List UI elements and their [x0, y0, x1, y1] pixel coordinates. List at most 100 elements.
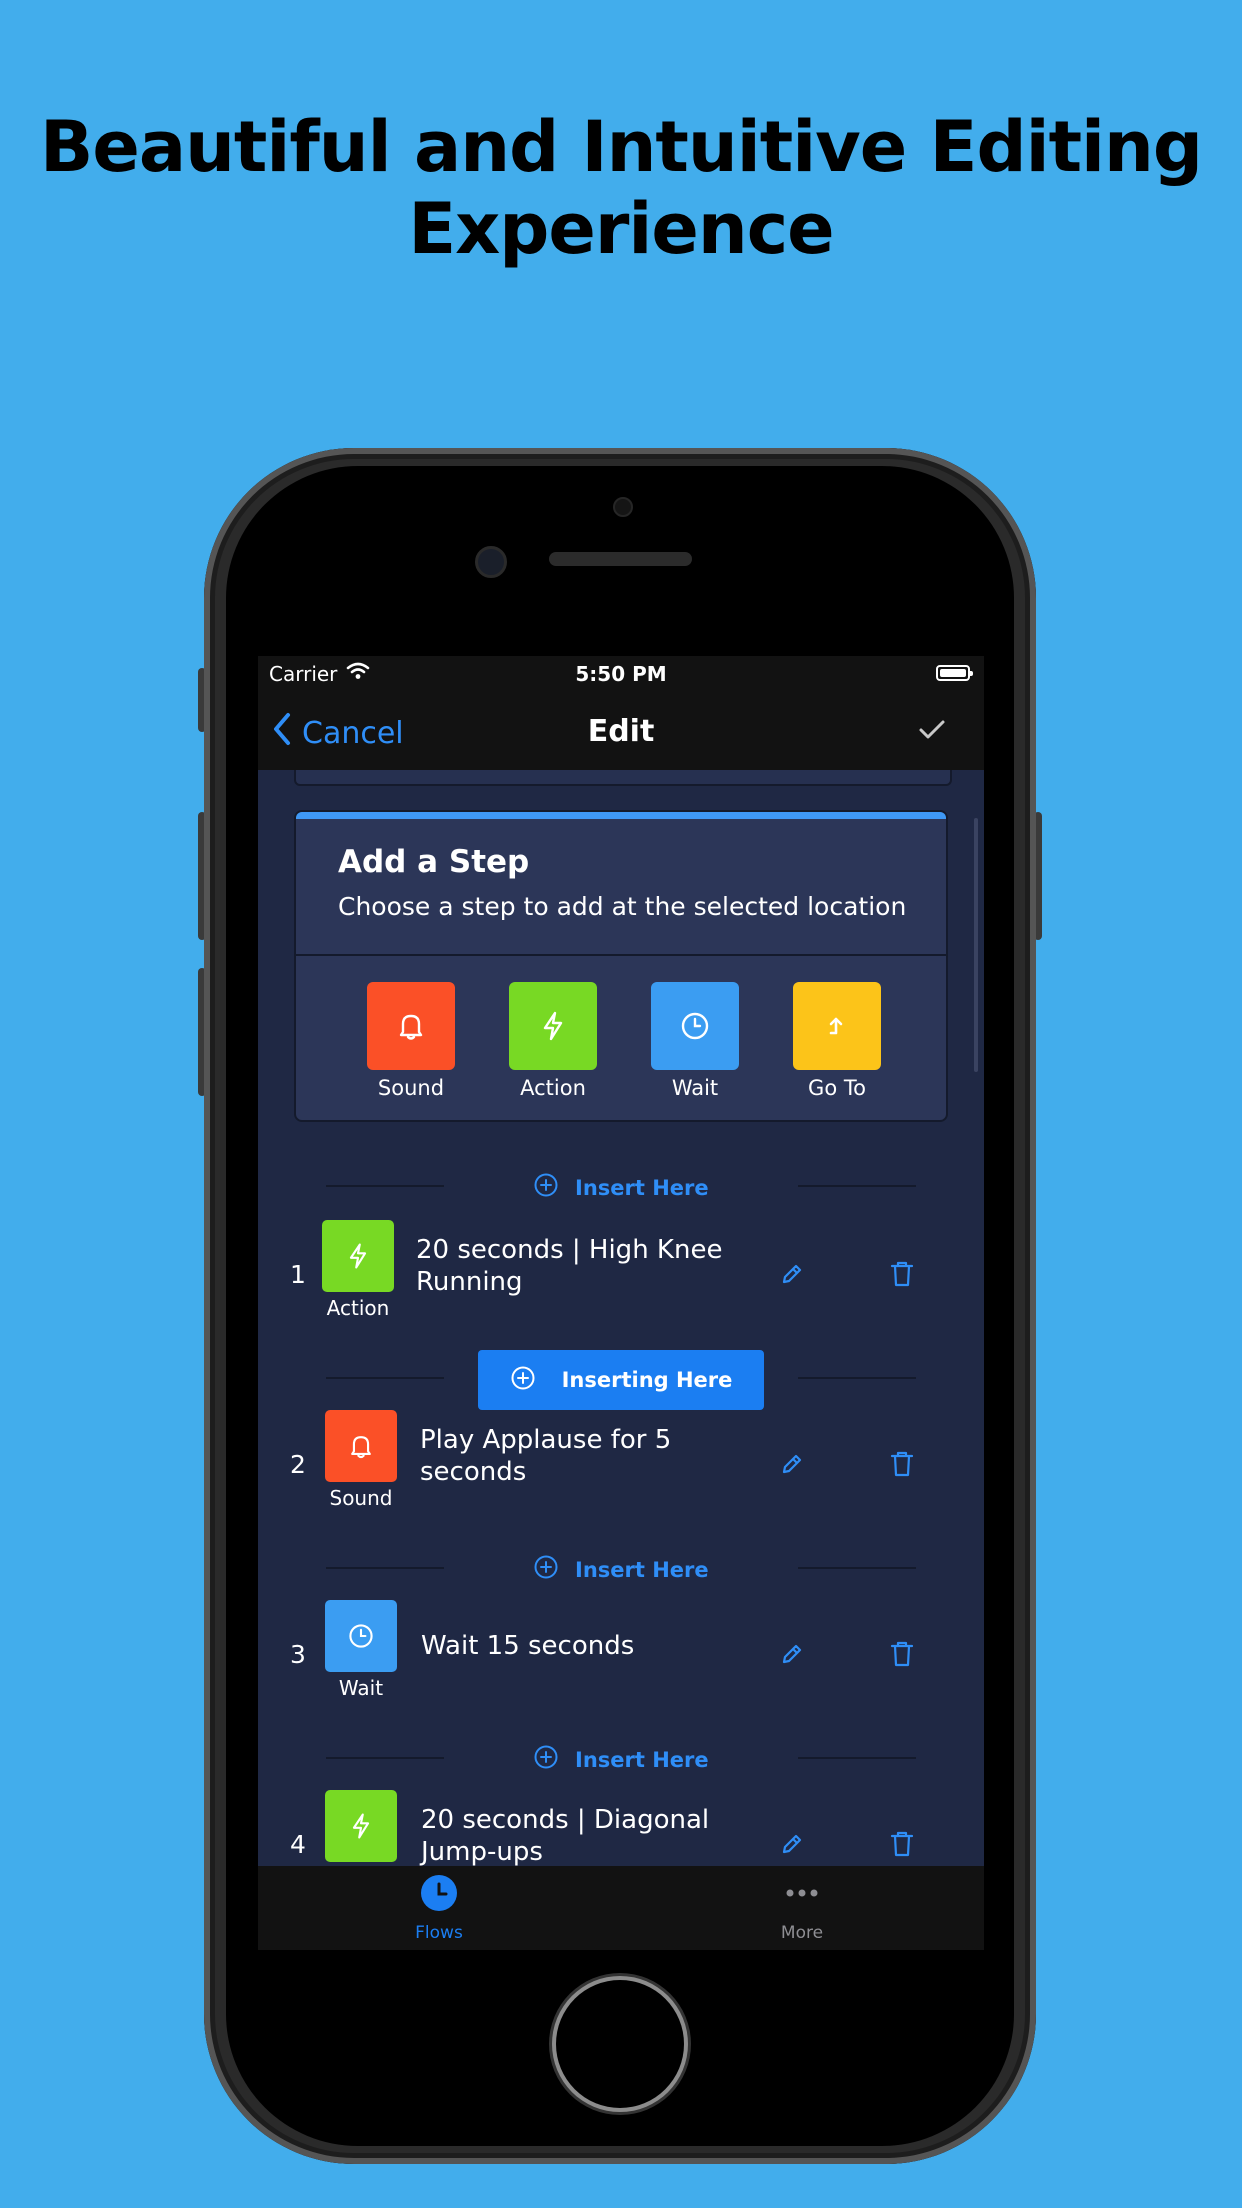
home-button[interactable] [556, 1980, 684, 2108]
step-type-label: Action [326, 1296, 390, 1320]
delete-button[interactable] [878, 1252, 926, 1300]
goto-arrow-icon [793, 982, 881, 1070]
inserting-row: Inserting Here [258, 1350, 984, 1410]
step-number: 1 [290, 1260, 306, 1289]
option-action[interactable]: Action [508, 982, 598, 1100]
front-camera [475, 546, 507, 578]
status-bar: Carrier 5:50 PM [258, 656, 984, 692]
navigation-bar: Cancel Edit [258, 692, 984, 770]
trash-icon [888, 1259, 916, 1293]
tab-bar: Flows More [258, 1866, 984, 1950]
insert-here-button[interactable]: Insert Here [533, 1172, 709, 1203]
plus-circle-icon [533, 1554, 559, 1585]
tab-label: More [780, 1923, 824, 1943]
option-label: Go To [808, 1076, 866, 1100]
headline-line-2: Experience [408, 188, 834, 270]
divider [326, 1377, 444, 1379]
clock-icon [420, 1875, 458, 1917]
previous-card-edge [294, 770, 952, 786]
scrollbar[interactable] [974, 818, 978, 1072]
trash-icon [888, 1829, 916, 1863]
insert-here-button[interactable]: Insert Here [533, 1744, 709, 1775]
status-time: 5:50 PM [575, 662, 667, 686]
edit-content[interactable]: Add a Step Choose a step to add at the s… [258, 770, 984, 1866]
cancel-label: Cancel [302, 715, 404, 751]
step-type-badge: Action [316, 1790, 406, 1866]
step-description: Wait 15 seconds [421, 1631, 635, 1661]
plus-circle-icon [533, 1172, 559, 1203]
delete-button[interactable] [878, 1822, 926, 1866]
option-label: Action [520, 1076, 586, 1100]
pencil-icon [778, 1640, 806, 1672]
option-label: Sound [377, 1076, 445, 1100]
divider [326, 1567, 444, 1569]
edit-button[interactable] [768, 1442, 816, 1490]
insert-here-label: Insert Here [575, 1557, 709, 1582]
card-accent-line [296, 812, 946, 819]
add-step-title: Add a Step [338, 844, 530, 880]
insert-here-label: Insert Here [575, 1747, 709, 1772]
bolt-icon [509, 982, 597, 1070]
add-step-card: Add a Step Choose a step to add at the s… [294, 810, 948, 1122]
insert-row: Insert Here [258, 1548, 984, 1588]
step-row[interactable]: 1 Action 20 seconds | High Knee Running [258, 1220, 984, 1340]
battery-icon [936, 665, 973, 681]
edit-button[interactable] [768, 1252, 816, 1300]
app-screen: Carrier 5:50 PM Cancel Edit Add a Step C… [258, 656, 984, 1950]
step-number: 3 [290, 1640, 306, 1669]
insert-row: Insert Here [258, 1166, 984, 1206]
divider [798, 1185, 916, 1187]
bolt-icon [325, 1790, 397, 1862]
step-type-label: Sound [329, 1486, 393, 1510]
trash-icon [888, 1449, 916, 1483]
clock-icon [651, 982, 739, 1070]
delete-button[interactable] [878, 1442, 926, 1490]
step-description: Play Applause for 5 seconds [420, 1425, 672, 1487]
divider [296, 954, 946, 956]
headline-line-1: Beautiful and Intuitive Editing [40, 106, 1203, 188]
step-type-badge: Sound [316, 1410, 406, 1510]
step-row[interactable]: 3 Wait Wait 15 seconds [258, 1600, 984, 1720]
step-number: 4 [290, 1830, 306, 1859]
step-type-badge: Action [313, 1220, 403, 1320]
step-type-badge: Wait [316, 1600, 406, 1700]
bell-icon [367, 982, 455, 1070]
tab-flows[interactable]: Flows [359, 1874, 519, 1943]
tab-label: Flows [415, 1923, 463, 1943]
divider [326, 1757, 444, 1759]
option-wait[interactable]: Wait [650, 982, 740, 1100]
add-step-subtitle: Choose a step to add at the selected loc… [338, 892, 907, 921]
headline: Beautiful and Intuitive Editing Experien… [0, 106, 1242, 270]
earpiece-speaker [549, 552, 692, 566]
divider [326, 1185, 444, 1187]
edit-button[interactable] [768, 1822, 816, 1866]
step-type-label: Wait [338, 1676, 384, 1700]
chevron-left-icon [272, 712, 292, 754]
done-button[interactable] [918, 718, 946, 746]
insert-row: Insert Here [258, 1738, 984, 1778]
option-goto[interactable]: Go To [792, 982, 882, 1100]
option-sound[interactable]: Sound [366, 982, 456, 1100]
proximity-sensor [613, 497, 633, 517]
tab-more[interactable]: More [722, 1874, 882, 1943]
divider [798, 1377, 916, 1379]
insert-here-button[interactable]: Insert Here [533, 1554, 709, 1585]
checkmark-icon [918, 720, 946, 746]
step-description: 20 seconds | High Knee Running [416, 1235, 723, 1297]
edit-button[interactable] [768, 1632, 816, 1680]
bell-icon [325, 1410, 397, 1482]
step-number: 2 [290, 1450, 306, 1479]
option-label: Wait [671, 1076, 719, 1100]
plus-circle-icon [510, 1365, 536, 1396]
delete-button[interactable] [878, 1632, 926, 1680]
pencil-icon [778, 1260, 806, 1292]
cancel-button[interactable]: Cancel [272, 712, 404, 754]
divider [798, 1567, 916, 1569]
inserting-here-button[interactable]: Inserting Here [478, 1350, 764, 1410]
ellipsis-icon [783, 1889, 821, 1917]
step-row[interactable]: 4 Action 20 seconds | Diagonal Jump-ups [258, 1790, 984, 1866]
step-row[interactable]: 2 Sound Play Applause for 5 seconds [258, 1410, 984, 1530]
pencil-icon [778, 1450, 806, 1482]
clock-icon [325, 1600, 397, 1672]
trash-icon [888, 1639, 916, 1673]
